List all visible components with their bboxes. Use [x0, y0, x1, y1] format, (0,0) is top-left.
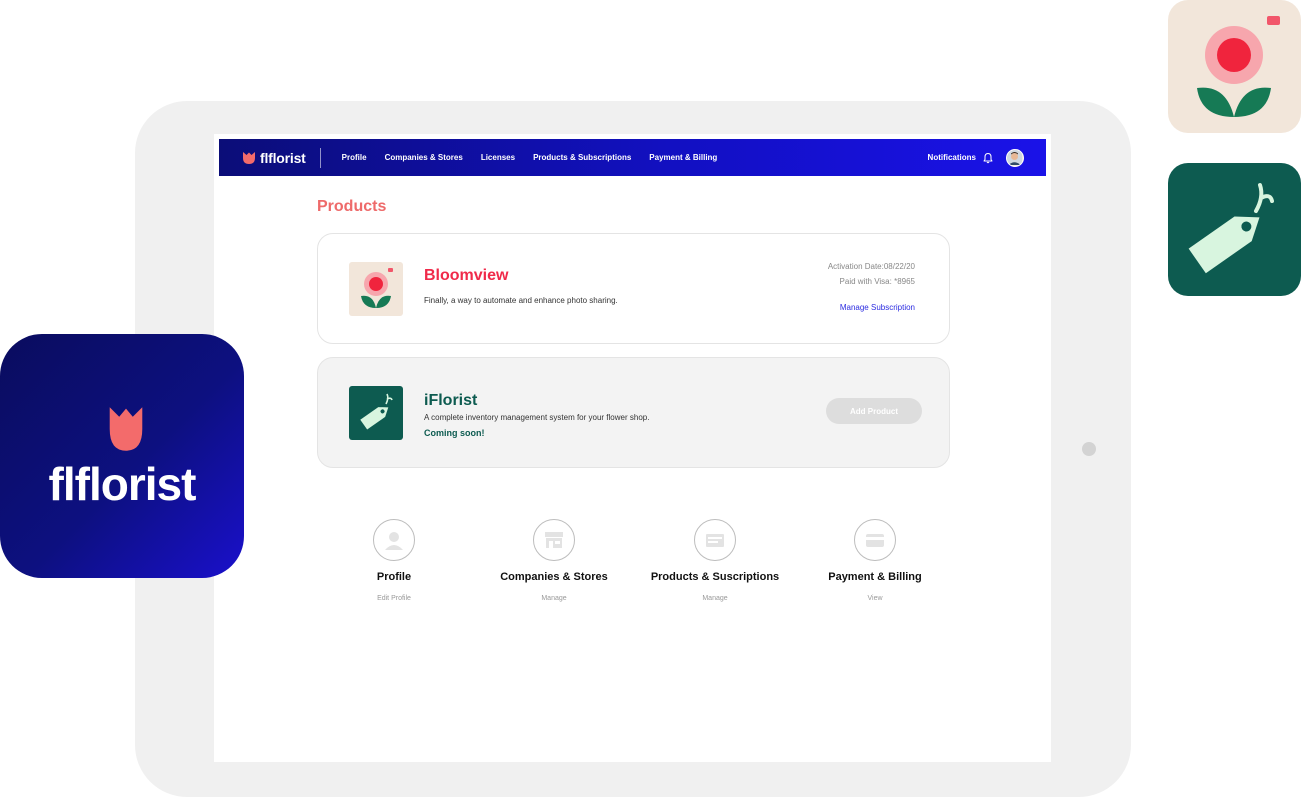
coming-soon-badge: Coming soon!: [424, 428, 485, 438]
brand-logo[interactable]: flflorist: [242, 150, 306, 166]
shortcut-subtitle: Manage: [702, 595, 728, 602]
shortcut-circle: [373, 519, 415, 561]
shortcut-profile[interactable]: Profile Edit Profile: [314, 519, 474, 602]
price-tag-icon: [1188, 183, 1274, 274]
nav-right: Notifications: [928, 148, 1024, 167]
shortcut-circle: [533, 519, 575, 561]
shortcut-title: Profile: [376, 571, 412, 583]
product-name: Bloomview: [424, 267, 509, 284]
iflorist-app-tile: [1168, 163, 1301, 296]
product-description: A complete inventory management system f…: [424, 413, 650, 422]
shortcut-subtitle: View: [867, 595, 883, 602]
nav-link-payment-billing[interactable]: Payment & Billing: [649, 153, 717, 162]
payment-method: Paid with Visa: *8965: [839, 277, 915, 286]
credit-card-icon: [866, 534, 884, 547]
product-icon: [706, 534, 724, 547]
notifications-link[interactable]: Notifications: [928, 153, 976, 162]
shortcut-title: Products & Suscriptions: [650, 571, 780, 583]
product-card-bloomview: Bloomview Finally, a way to automate and…: [317, 233, 950, 344]
shortcut-payment-billing[interactable]: Payment & Billing View: [795, 519, 955, 602]
page-title: Products: [317, 198, 387, 215]
nav-link-products-subscriptions[interactable]: Products & Subscriptions: [533, 153, 631, 162]
shortcut-title: Companies & Stores: [500, 571, 608, 583]
manage-subscription-link[interactable]: Manage Subscription: [840, 303, 915, 312]
shortcut-subtitle: Manage: [541, 595, 567, 602]
shortcut-circle: [854, 519, 896, 561]
user-icon: [385, 532, 403, 550]
shortcut-subtitle: Edit Profile: [377, 595, 411, 602]
brand-app-icon: flflorist: [0, 334, 244, 578]
iflorist-app-icon: [349, 386, 403, 440]
shortcut-circle: [694, 519, 736, 561]
tablet-camera-dot: [1082, 442, 1096, 456]
brand-name: flflorist: [260, 149, 306, 166]
bloomview-app-tile: [1168, 0, 1301, 133]
shortcut-title: Payment & Billing: [828, 571, 922, 583]
user-avatar[interactable]: [1006, 148, 1024, 167]
tablet-screen: flflorist Profile Companies & Stores Lic…: [214, 134, 1051, 762]
tulip-logo-icon: [243, 151, 255, 164]
activation-date: Activation Date:08/22/20: [827, 262, 915, 271]
nav-link-licenses[interactable]: Licenses: [481, 153, 515, 162]
nav-links: Profile Companies & Stores Licenses Prod…: [342, 153, 736, 162]
store-icon: [545, 532, 563, 548]
shortcut-products-subscriptions[interactable]: Products & Suscriptions Manage: [635, 519, 795, 602]
stage: flflorist Profile Companies & Stores Lic…: [0, 0, 1302, 800]
nav-link-companies-stores[interactable]: Companies & Stores: [385, 153, 463, 162]
product-card-iflorist: iFlorist A complete inventory management…: [317, 357, 950, 468]
user-face-icon: [1007, 149, 1022, 165]
nav-link-profile[interactable]: Profile: [342, 153, 367, 162]
shortcut-companies-stores[interactable]: Companies & Stores Manage: [474, 519, 634, 602]
brand-logo-text: flflorist: [48, 458, 197, 510]
top-navbar: flflorist Profile Companies & Stores Lic…: [219, 139, 1046, 176]
flower-camera-icon: [1197, 16, 1280, 117]
bell-icon[interactable]: [982, 152, 994, 164]
product-name: iFlorist: [424, 392, 478, 409]
add-product-button[interactable]: Add Product: [826, 398, 922, 424]
product-description: Finally, a way to automate and enhance p…: [424, 296, 618, 305]
bloomview-app-icon: [349, 262, 403, 316]
nav-divider: [319, 147, 321, 168]
tulip-logo-icon: [109, 407, 143, 451]
